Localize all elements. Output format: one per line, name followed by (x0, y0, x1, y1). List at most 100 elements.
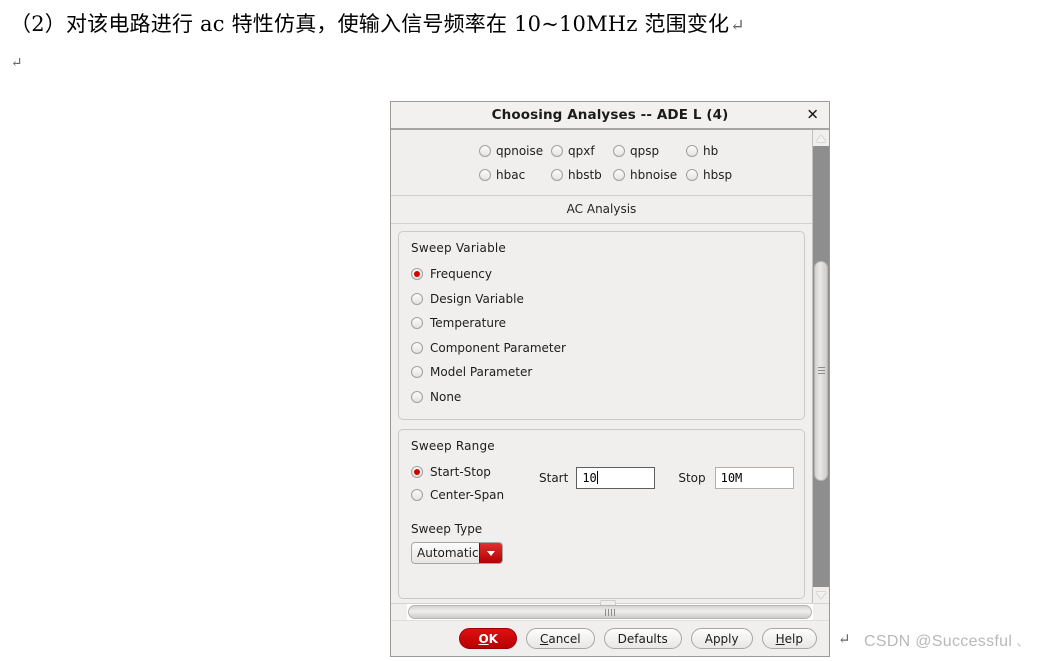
sweep-range-mode-center-span[interactable]: Center-Span (411, 483, 539, 506)
analysis-option-label: hbsp (703, 168, 733, 182)
apply-button[interactable]: Apply (690, 628, 753, 649)
dialog-button-bar: OK Cancel Defaults Apply Help (391, 620, 829, 656)
watermark-text: CSDN @Successful (864, 633, 1013, 650)
sweep-range-row: Start-Stop Center-Span Start 10 Stop 10M (411, 460, 794, 506)
radio-icon[interactable] (411, 366, 423, 379)
vertical-scrollbar-track[interactable] (813, 146, 829, 587)
radio-icon[interactable] (479, 145, 491, 157)
sweep-range-modes: Start-Stop Center-Span (411, 460, 539, 506)
choosing-analyses-dialog: Choosing Analyses -- ADE L (4) ✕ qpnoise… (390, 101, 830, 657)
analysis-option-hbnoise[interactable]: hbnoise (613, 168, 686, 182)
ok-button[interactable]: OK (459, 628, 517, 649)
radio-icon[interactable] (479, 169, 491, 181)
analysis-option-hb[interactable]: hb (686, 144, 718, 158)
radio-icon[interactable] (411, 292, 423, 305)
scroll-left-arrow-icon[interactable] (391, 604, 407, 620)
start-label: Start (539, 471, 569, 485)
horizontal-scrollbar[interactable] (391, 600, 829, 620)
radio-icon[interactable] (411, 390, 423, 403)
analysis-option-hbsp[interactable]: hbsp (686, 168, 732, 182)
text-caret (596, 471, 598, 484)
analyses-row-2: hbac hbstb hbnoise hbsp (391, 163, 812, 187)
defaults-button-label: Defaults (617, 631, 668, 646)
dialog-title: Choosing Analyses -- ADE L (4) (491, 107, 729, 123)
dialog-content-area: qpnoise qpxf qpsp hb hbac hbstb hbnoise … (391, 130, 812, 603)
radio-icon[interactable] (411, 341, 423, 354)
analysis-option-qpsp[interactable]: qpsp (613, 144, 686, 158)
sweep-range-mode-label: Center-Span (430, 487, 505, 502)
scroll-down-arrow-icon[interactable] (813, 587, 829, 603)
analysis-section-title: AC Analysis (391, 196, 812, 224)
sweep-variable-option-model-parameter[interactable]: Model Parameter (411, 360, 792, 385)
start-input[interactable]: 10 (576, 467, 656, 489)
sweep-variable-option-component-parameter[interactable]: Component Parameter (411, 336, 792, 361)
sweep-type-dropdown[interactable]: Automatic (411, 542, 503, 564)
vertical-scrollbar-thumb[interactable] (814, 260, 828, 482)
radio-icon[interactable] (686, 145, 698, 157)
analyses-type-strip: qpnoise qpxf qpsp hb hbac hbstb hbnoise … (391, 130, 812, 196)
sweep-range-mode-start-stop[interactable]: Start-Stop (411, 460, 539, 483)
analysis-option-label: qpsp (630, 144, 660, 158)
stop-input[interactable]: 10M (714, 467, 794, 489)
analysis-option-hbstb[interactable]: hbstb (551, 168, 613, 182)
help-button-mnemonic: H (775, 631, 785, 646)
radio-icon[interactable] (613, 169, 625, 181)
sweep-variable-option-label: Component Parameter (430, 340, 566, 355)
sweep-variable-group: Sweep Variable Frequency Design Variable… (398, 231, 805, 420)
radio-icon[interactable] (551, 145, 563, 157)
radio-icon[interactable] (551, 169, 563, 181)
sweep-variable-option-temperature[interactable]: Temperature (411, 311, 792, 336)
analysis-option-qpxf[interactable]: qpxf (551, 144, 613, 158)
radio-icon[interactable] (613, 145, 625, 157)
sweep-variable-option-label: None (430, 389, 462, 404)
radio-icon[interactable] (411, 268, 423, 281)
sweep-range-group-title: Sweep Range (411, 439, 495, 453)
stop-label: Stop (678, 471, 706, 485)
ok-button-mnemonic: O (478, 631, 489, 646)
sweep-variable-option-label: Temperature (430, 316, 507, 331)
analysis-option-label: hb (703, 144, 719, 158)
sweep-type-value: Automatic (417, 546, 479, 560)
analysis-option-qpnoise[interactable]: qpnoise (479, 144, 551, 158)
analysis-form-region: Sweep Variable Frequency Design Variable… (391, 224, 812, 603)
radio-icon[interactable] (411, 488, 423, 501)
sweep-variable-option-none[interactable]: None (411, 385, 792, 410)
document-paragraph-2: ↵ (10, 52, 23, 72)
defaults-button[interactable]: Defaults (603, 628, 682, 649)
paragraph-mark-1: ↵ (730, 16, 745, 36)
sweep-variable-option-label: Frequency (430, 267, 492, 282)
sweep-variable-option-design-variable[interactable]: Design Variable (411, 287, 792, 312)
close-icon[interactable]: ✕ (806, 107, 819, 123)
analyses-row-1: qpnoise qpxf qpsp hb (391, 139, 812, 163)
radio-icon[interactable] (411, 465, 423, 478)
sweep-range-fields: Start 10 Stop 10M (539, 460, 794, 489)
analysis-option-hbac[interactable]: hbac (479, 168, 551, 182)
radio-icon[interactable] (411, 317, 423, 330)
scroll-right-arrow-icon[interactable] (813, 604, 829, 620)
cancel-button[interactable]: Cancel (525, 628, 595, 649)
paragraph-mark-2: ↵ (11, 55, 23, 71)
vertical-scrollbar[interactable] (812, 130, 829, 603)
csdn-watermark: CSDN @Successful、 (864, 631, 1030, 651)
radio-icon[interactable] (686, 169, 698, 181)
horizontal-scrollbar-thumb[interactable] (408, 605, 812, 619)
sweep-variable-option-frequency[interactable]: Frequency (411, 262, 792, 287)
watermark-tail: 、 (1016, 634, 1030, 649)
start-input-value: 10 (582, 471, 597, 485)
stop-input-value: 10M (720, 471, 743, 485)
help-button[interactable]: Help (761, 628, 817, 649)
analysis-option-label: hbac (496, 168, 526, 182)
cancel-button-rest: ancel (548, 631, 581, 646)
analysis-option-label: hbnoise (630, 168, 678, 182)
scroll-up-arrow-icon[interactable] (813, 130, 829, 146)
document-paragraph-1-text: （2）对该电路进行 ac 特性仿真，使输入信号频率在 10~10MHz 范围变化 (10, 12, 730, 36)
sweep-type-label: Sweep Type (411, 522, 483, 536)
horizontal-scrollbar-track[interactable] (407, 600, 813, 620)
ok-button-rest: K (488, 631, 498, 646)
apply-button-label: Apply (704, 631, 739, 646)
sweep-range-mode-label: Start-Stop (430, 464, 491, 479)
sweep-variable-option-label: Model Parameter (430, 365, 533, 380)
document-paragraph-1: （2）对该电路进行 ac 特性仿真，使输入信号频率在 10~10MHz 范围变化… (10, 8, 745, 38)
analysis-option-label: qpnoise (496, 144, 544, 158)
chevron-down-icon[interactable] (479, 543, 502, 563)
